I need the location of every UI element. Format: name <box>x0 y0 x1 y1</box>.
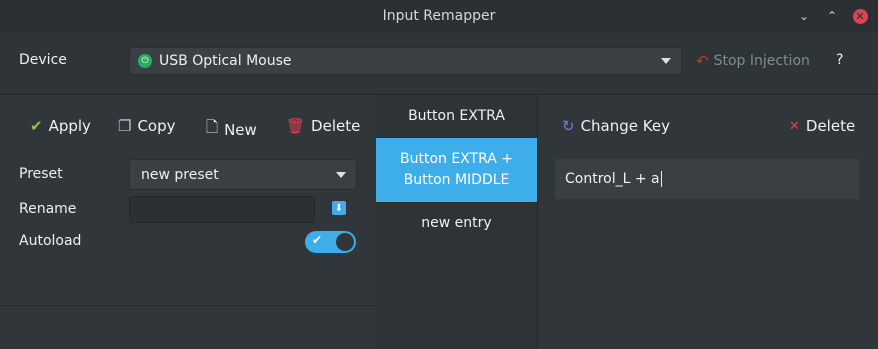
mapping-item[interactable]: new entry <box>376 202 537 245</box>
window-title: Input Remapper <box>382 8 496 24</box>
divider <box>0 305 376 306</box>
preset-select-value: new preset <box>141 166 219 183</box>
delete-mapping-label: Delete <box>805 117 856 135</box>
refresh-icon: ↻ <box>562 117 575 135</box>
delete-preset-button[interactable]: 🗑 Delete <box>286 117 360 135</box>
preset-label: Preset <box>19 166 63 182</box>
editor-text: Control_L + a <box>565 171 660 187</box>
app-window: Input Remapper ⌄ ⌃ ✕ Device ⏻ USB Optica… <box>0 0 878 349</box>
maximize-icon[interactable]: ⌃ <box>822 6 842 26</box>
save-rename-button[interactable]: ⬇ <box>332 201 346 215</box>
stop-injection-label: Stop Injection <box>713 53 810 69</box>
delete-preset-label: Delete <box>311 117 361 135</box>
mapping-item-selected[interactable]: Button EXTRA + Button MIDDLE <box>376 138 537 202</box>
rename-label: Rename <box>19 201 77 217</box>
editor-panel: ↻ Change Key ✕ Delete <box>538 95 878 349</box>
chevron-down-icon <box>336 171 346 178</box>
apply-button[interactable]: ✔ Apply <box>30 117 91 135</box>
chevron-down-icon <box>661 58 671 64</box>
help-label: ? <box>836 52 844 68</box>
new-label: New <box>224 120 257 139</box>
toggle-knob <box>336 233 354 251</box>
minimize-icon[interactable]: ⌄ <box>794 6 814 26</box>
apply-label: Apply <box>48 117 91 135</box>
new-button[interactable]: 🗋 New <box>206 117 257 142</box>
trash-icon: 🗑 <box>286 117 306 135</box>
x-icon: ✕ <box>789 118 800 134</box>
undo-icon: ↶ <box>696 52 709 70</box>
stop-injection-button[interactable]: ↶ Stop Injection <box>696 52 810 70</box>
preset-panel: ✔ Apply ❐ Copy 🗋 New 🗑 Delete Preset new… <box>0 95 377 349</box>
change-key-label: Change Key <box>580 117 670 135</box>
copy-label: Copy <box>137 117 176 135</box>
mapping-item-label: Button EXTRA <box>408 108 505 124</box>
copy-button[interactable]: ❐ Copy <box>118 117 176 135</box>
device-bar: Device ⏻ USB Optical Mouse ↶ Stop Inject… <box>0 32 878 95</box>
mapping-item-label: new entry <box>421 215 492 231</box>
device-label: Device <box>19 52 67 68</box>
autoload-toggle[interactable]: ✔ <box>305 231 356 253</box>
preset-select[interactable]: new preset <box>129 159 357 190</box>
delete-mapping-button[interactable]: ✕ Delete <box>789 117 855 135</box>
mapping-item-label-2: Button MIDDLE <box>403 172 510 188</box>
code-editor[interactable]: Control_L + a <box>555 159 859 199</box>
change-key-button[interactable]: ↻ Change Key <box>562 117 670 135</box>
mapping-list: Button EXTRA Button EXTRA + Button MIDDL… <box>376 95 538 349</box>
title-bar: Input Remapper ⌄ ⌃ ✕ <box>0 0 878 32</box>
save-icon: ⬇ <box>334 202 344 214</box>
new-file-icon: 🗋 <box>206 118 219 136</box>
close-window-button[interactable]: ✕ <box>850 6 870 26</box>
close-icon: ✕ <box>852 8 868 24</box>
usb-device-icon: ⏻ <box>138 54 152 68</box>
toggle-check-icon: ✔ <box>312 233 323 247</box>
help-button[interactable]: ? <box>836 52 843 68</box>
text-cursor <box>660 171 662 187</box>
device-select[interactable]: ⏻ USB Optical Mouse <box>129 47 682 75</box>
copy-icon: ❐ <box>118 117 132 135</box>
rename-input[interactable] <box>129 196 315 223</box>
device-select-value: USB Optical Mouse <box>159 53 292 69</box>
checkmark-icon: ✔ <box>30 117 43 135</box>
autoload-label: Autoload <box>19 233 82 249</box>
mapping-item[interactable]: Button EXTRA <box>376 95 537 138</box>
mapping-item-label: Button EXTRA + <box>399 151 513 167</box>
